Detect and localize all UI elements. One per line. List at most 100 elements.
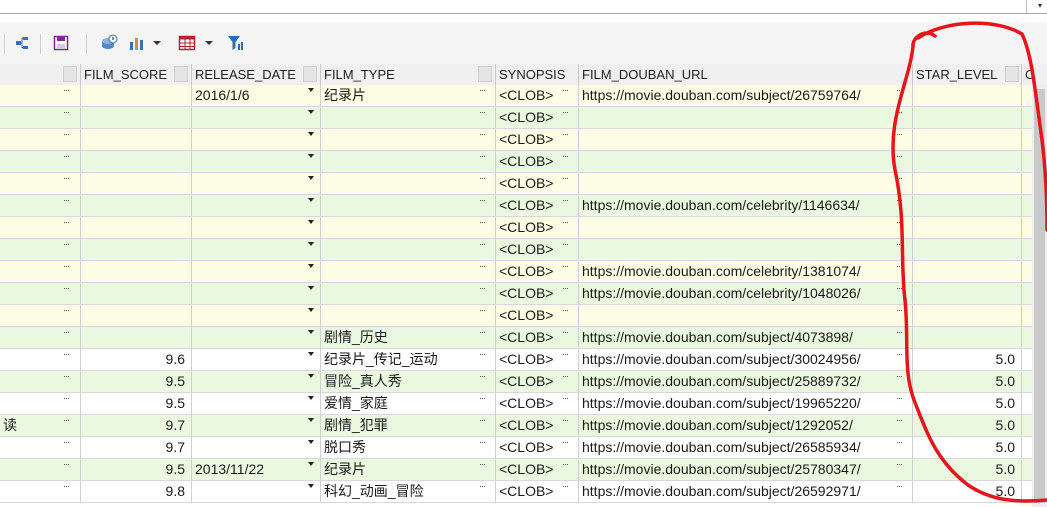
table-row[interactable]: ··· 9.5 2013/11/22 纪录片 ··· <CLOB> ··· https://m…: [0, 459, 1032, 481]
cell-type[interactable]: 纪录片 ···: [321, 459, 496, 480]
cell-edit-ellipsis-button[interactable]: ···: [479, 393, 486, 403]
cell-synopsis[interactable]: <CLOB> ···: [496, 459, 579, 480]
cell-url[interactable]: ···: [579, 173, 913, 194]
cell-star[interactable]: [913, 173, 1022, 194]
cell-score[interactable]: [81, 261, 192, 282]
cell-type[interactable]: 剧情_历史 ···: [321, 327, 496, 348]
cell-star[interactable]: 5.0: [913, 481, 1022, 502]
cell-synopsis[interactable]: <CLOB> ···: [496, 151, 579, 172]
cell-edit-ellipsis-button[interactable]: ···: [896, 107, 903, 117]
cell-date[interactable]: 2013/11/22: [192, 459, 321, 480]
cell-dropdown-arrow-icon[interactable]: [308, 198, 314, 202]
cell-dropdown-arrow-icon[interactable]: [308, 154, 314, 158]
cell-edit-ellipsis-button[interactable]: ···: [479, 327, 486, 337]
cell-edit-ellipsis-button[interactable]: ···: [896, 459, 903, 469]
cell-edit-ellipsis-button[interactable]: ···: [479, 261, 486, 271]
cell-type[interactable]: 纪录片 ···: [321, 85, 496, 106]
column-header-synopsis[interactable]: SYNOPSIS: [496, 64, 579, 85]
cell-edit-ellipsis-button[interactable]: ···: [63, 349, 70, 359]
cell-edit-ellipsis-button[interactable]: ···: [562, 349, 569, 359]
cell-date[interactable]: [192, 239, 321, 260]
cell-lead[interactable]: ···: [0, 239, 81, 260]
cell-url[interactable]: ···: [579, 305, 913, 326]
cell-lead[interactable]: ···: [0, 129, 81, 150]
cell-lead[interactable]: ···: [0, 283, 81, 304]
cell-url[interactable]: https://movie.douban.com/subject/2675976…: [579, 85, 913, 106]
cell-star[interactable]: [913, 239, 1022, 260]
cell-score[interactable]: 9.8: [81, 481, 192, 502]
cell-lead[interactable]: ···: [0, 393, 81, 414]
cell-edit-ellipsis-button[interactable]: ···: [63, 129, 70, 139]
cell-synopsis[interactable]: <CLOB> ···: [496, 371, 579, 392]
cell-edit-ellipsis-button[interactable]: ···: [562, 85, 569, 95]
cell-lead[interactable]: ···: [0, 327, 81, 348]
table-row[interactable]: ··· ··· <CLOB> ··· ···: [0, 217, 1032, 239]
cell-dropdown-arrow-icon[interactable]: [308, 440, 314, 444]
cell-date[interactable]: [192, 195, 321, 216]
cell-edit-ellipsis-button[interactable]: ···: [479, 129, 486, 139]
table-row[interactable]: ··· ··· <CLOB> ··· ···: [0, 239, 1032, 261]
cell-date[interactable]: [192, 437, 321, 458]
cell-dropdown-arrow-icon[interactable]: [308, 242, 314, 246]
filter-icon[interactable]: [226, 31, 246, 55]
cell-date[interactable]: [192, 393, 321, 414]
cell-score[interactable]: [81, 239, 192, 260]
cell-edit-ellipsis-button[interactable]: ···: [896, 437, 903, 447]
cell-date[interactable]: [192, 305, 321, 326]
cell-url[interactable]: ···: [579, 129, 913, 150]
table-row[interactable]: ··· ··· <CLOB> ··· https://movie.douban.com/…: [0, 195, 1032, 217]
cell-date[interactable]: [192, 173, 321, 194]
table-row[interactable]: ··· 2016/1/6 纪录片 ··· <CLOB> ··· https://movie.…: [0, 85, 1032, 107]
cell-edit-ellipsis-button[interactable]: ···: [63, 85, 70, 95]
cell-dropdown-arrow-icon[interactable]: [308, 132, 314, 136]
cell-synopsis[interactable]: <CLOB> ···: [496, 195, 579, 216]
cell-edit-ellipsis-button[interactable]: ···: [63, 459, 70, 469]
table-icon[interactable]: [176, 31, 198, 55]
cell-edit-ellipsis-button[interactable]: ···: [479, 239, 486, 249]
cell-lead[interactable]: ···: [0, 371, 81, 392]
cell-score[interactable]: [81, 327, 192, 348]
cell-edit-ellipsis-button[interactable]: ···: [479, 305, 486, 315]
cell-edit-ellipsis-button[interactable]: ···: [896, 349, 903, 359]
cell-lead[interactable]: ···: [0, 437, 81, 458]
cell-edit-ellipsis-button[interactable]: ···: [896, 85, 903, 95]
table-row[interactable]: ··· ··· <CLOB> ··· ···: [0, 107, 1032, 129]
cell-url[interactable]: https://movie.douban.com/subject/2659297…: [579, 481, 913, 502]
cell-synopsis[interactable]: <CLOB> ···: [496, 481, 579, 502]
cell-url[interactable]: ···: [579, 217, 913, 238]
cell-type[interactable]: 纪录片_传记_运动 ···: [321, 349, 496, 370]
cell-url[interactable]: https://movie.douban.com/subject/2588973…: [579, 371, 913, 392]
column-header-film-score[interactable]: FILM_SCORE: [81, 64, 192, 85]
cell-edit-ellipsis-button[interactable]: ···: [896, 195, 903, 205]
table-row[interactable]: 读 ··· 9.7 剧情_犯罪 ··· <CLOB> ··· https://movie.do…: [0, 415, 1032, 437]
cell-lead[interactable]: ···: [0, 481, 81, 502]
cell-type[interactable]: 剧情_犯罪 ···: [321, 415, 496, 436]
cell-score[interactable]: [81, 217, 192, 238]
column-header-star-level[interactable]: STAR_LEVEL: [913, 64, 1022, 85]
cell-edit-ellipsis-button[interactable]: ···: [63, 195, 70, 205]
cell-edit-ellipsis-button[interactable]: ···: [896, 327, 903, 337]
cell-edit-ellipsis-button[interactable]: ···: [562, 173, 569, 183]
table-row[interactable]: ··· ··· <CLOB> ··· ···: [0, 305, 1032, 327]
cell-lead[interactable]: ···: [0, 261, 81, 282]
cell-date[interactable]: [192, 481, 321, 502]
cell-score[interactable]: [81, 283, 192, 304]
cell-star[interactable]: [913, 195, 1022, 216]
cell-lead[interactable]: 读 ···: [0, 415, 81, 436]
column-header-film-douban-url[interactable]: FILM_DOUBAN_URL: [579, 64, 913, 85]
cell-date[interactable]: [192, 129, 321, 150]
refresh-info-icon[interactable]: [98, 31, 120, 55]
table-row[interactable]: ··· 9.5 冒险_真人秀 ··· <CLOB> ··· https://movie.do…: [0, 371, 1032, 393]
cell-star[interactable]: 5.0: [913, 349, 1022, 370]
cell-type[interactable]: ···: [321, 217, 496, 238]
cell-star[interactable]: 5.0: [913, 415, 1022, 436]
cell-score[interactable]: 9.5: [81, 371, 192, 392]
cell-star[interactable]: [913, 151, 1022, 172]
cell-type[interactable]: ···: [321, 151, 496, 172]
cell-dropdown-arrow-icon[interactable]: [308, 374, 314, 378]
cell-dropdown-arrow-icon[interactable]: [308, 484, 314, 488]
cell-edit-ellipsis-button[interactable]: ···: [479, 173, 486, 183]
cell-lead[interactable]: ···: [0, 349, 81, 370]
cell-edit-ellipsis-button[interactable]: ···: [562, 239, 569, 249]
cell-star[interactable]: [913, 129, 1022, 150]
